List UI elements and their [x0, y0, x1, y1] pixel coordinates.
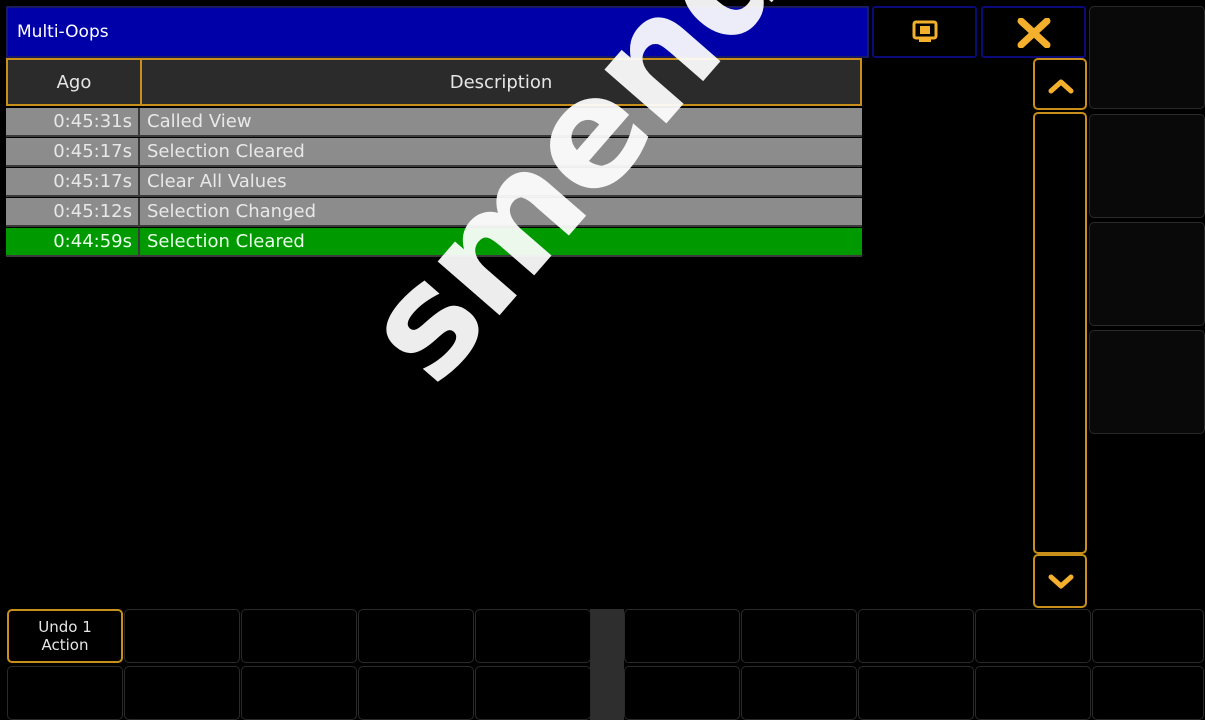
table-row[interactable]: 0:45:17s Selection Cleared: [6, 138, 862, 167]
row-ago-cell: 0:44:59s: [6, 228, 140, 255]
function-key[interactable]: [475, 666, 591, 720]
scroll-up-button[interactable]: [1033, 58, 1087, 110]
table-row[interactable]: 0:45:12s Selection Changed: [6, 198, 862, 227]
row-description-cell: Selection Cleared: [147, 141, 305, 162]
chevron-down-icon: [1048, 574, 1074, 589]
function-key[interactable]: [1092, 609, 1204, 663]
side-button-1[interactable]: [1089, 6, 1205, 109]
function-key[interactable]: [624, 609, 740, 663]
bottom-separator: [590, 609, 624, 720]
function-key[interactable]: [858, 666, 974, 720]
row-description-cell: Selection Changed: [147, 201, 317, 222]
function-key[interactable]: [624, 666, 740, 720]
side-button-3[interactable]: [1089, 222, 1205, 326]
window-title: Multi-Oops: [17, 22, 109, 42]
column-header-description-label: Description: [449, 71, 553, 93]
function-key[interactable]: [241, 609, 357, 663]
side-button-2[interactable]: [1089, 114, 1205, 218]
undo-label-line1: Undo 1: [38, 618, 92, 636]
function-key[interactable]: [741, 609, 857, 663]
close-icon: [1017, 18, 1051, 48]
close-button[interactable]: [981, 6, 1086, 58]
table-row[interactable]: 0:45:17s Clear All Values: [6, 168, 862, 197]
function-key[interactable]: [124, 666, 240, 720]
table-row-selected[interactable]: 0:44:59s Selection Cleared: [6, 228, 862, 257]
function-key[interactable]: [741, 666, 857, 720]
row-description-cell: Called View: [147, 111, 252, 132]
function-key[interactable]: [358, 666, 474, 720]
column-header-ago[interactable]: Ago: [6, 58, 142, 106]
side-button-4[interactable]: [1089, 330, 1205, 434]
row-ago-cell: 0:45:17s: [6, 168, 140, 195]
function-key[interactable]: [975, 666, 1091, 720]
function-key[interactable]: [975, 609, 1091, 663]
row-ago-cell: 0:45:31s: [6, 108, 140, 135]
row-ago-cell: 0:45:17s: [6, 138, 140, 165]
table-row[interactable]: 0:45:31s Called View: [6, 108, 862, 137]
function-key[interactable]: [124, 609, 240, 663]
window-title-bar: Multi-Oops: [6, 6, 869, 58]
chevron-up-icon: [1048, 79, 1074, 94]
scroll-down-button[interactable]: [1033, 554, 1087, 608]
undo-action-button[interactable]: Undo 1 Action: [7, 609, 123, 663]
undo-label-line2: Action: [41, 636, 89, 654]
function-key[interactable]: [1092, 666, 1204, 720]
function-key[interactable]: [7, 666, 123, 720]
view-button[interactable]: [872, 6, 977, 58]
function-key[interactable]: [241, 666, 357, 720]
row-ago-cell: 0:45:12s: [6, 198, 140, 225]
screen-view-icon: [912, 20, 938, 42]
row-description-cell: Clear All Values: [147, 171, 287, 192]
function-key[interactable]: [475, 609, 591, 663]
function-key[interactable]: [858, 609, 974, 663]
function-key[interactable]: [358, 609, 474, 663]
column-header-ago-label: Ago: [56, 71, 92, 93]
row-description-cell: Selection Cleared: [147, 231, 305, 252]
scroll-track[interactable]: [1033, 112, 1087, 554]
column-header-description[interactable]: Description: [140, 58, 862, 106]
